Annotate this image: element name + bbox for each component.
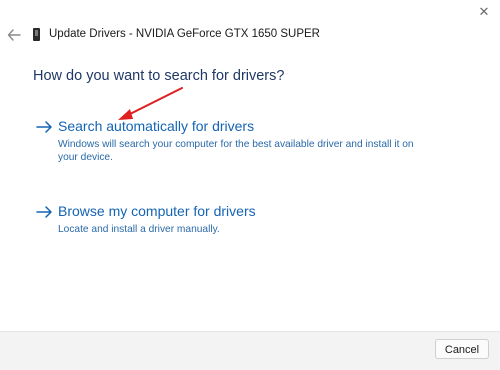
arrow-right-icon — [36, 206, 52, 218]
window-title: Update Drivers - NVIDIA GeForce GTX 1650… — [49, 28, 320, 40]
cancel-button[interactable]: Cancel — [435, 339, 489, 359]
option-description: Locate and install a driver manually. — [58, 224, 220, 235]
option-title[interactable]: Browse my computer for drivers — [58, 203, 256, 219]
device-icon — [33, 28, 40, 41]
close-icon[interactable]: ✕ — [474, 2, 494, 22]
dialog-footer: Cancel — [0, 331, 500, 370]
annotation-arrow-icon — [118, 87, 183, 120]
arrow-right-icon — [36, 121, 52, 133]
update-drivers-window: ✕ Update Drivers - NVIDIA GeForce GTX 16… — [0, 0, 500, 370]
page-heading: How do you want to search for drivers? — [33, 68, 285, 84]
back-arrow-icon[interactable] — [6, 26, 22, 44]
title-bar: Update Drivers - NVIDIA GeForce GTX 1650… — [0, 24, 500, 48]
option-description: Windows will search your computer for th… — [58, 139, 414, 163]
